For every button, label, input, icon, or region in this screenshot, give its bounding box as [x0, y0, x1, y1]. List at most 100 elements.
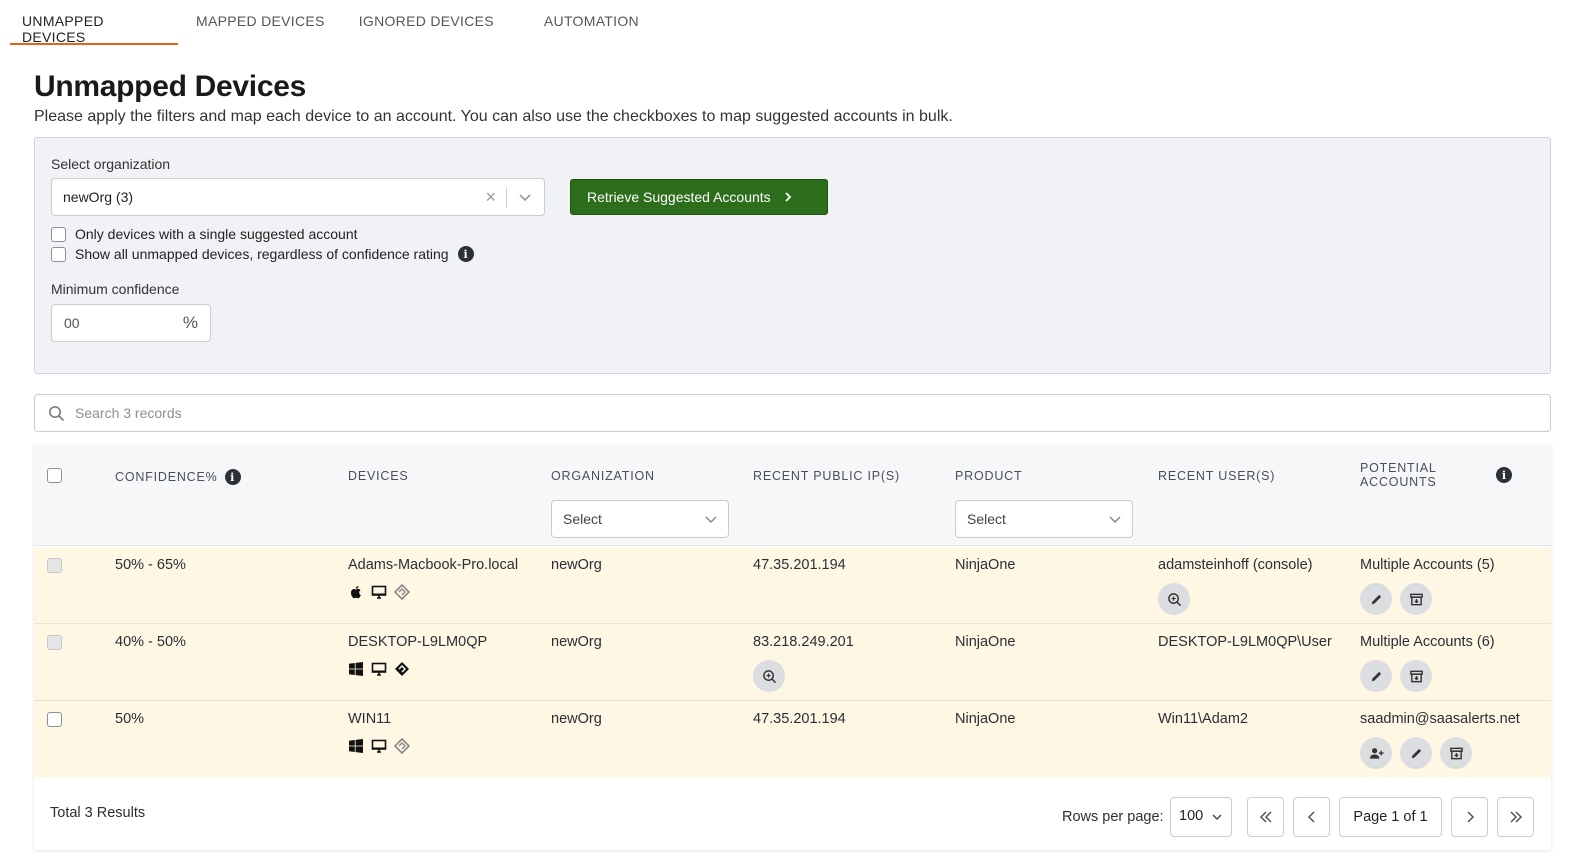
chevron-down-icon — [705, 516, 717, 524]
chevron-down-icon — [1212, 814, 1222, 820]
zoom-icon[interactable] — [1158, 583, 1190, 615]
single-suggested-checkbox[interactable] — [51, 226, 66, 242]
rows-per-page-value: 100 — [1179, 808, 1204, 824]
page-subtitle: Please apply the filters and map each de… — [34, 108, 953, 125]
row-checkbox[interactable] — [47, 635, 62, 650]
row-checkbox[interactable] — [47, 558, 62, 573]
ninjaone-icon — [395, 662, 409, 676]
archive-icon[interactable] — [1400, 583, 1432, 615]
organization-cell: newOrg — [551, 634, 602, 650]
edit-icon[interactable] — [1400, 737, 1432, 769]
edit-icon[interactable] — [1360, 660, 1392, 692]
tab-unmapped-devices[interactable]: UNMAPPED DEVICES — [10, 0, 178, 45]
confidence-cell: 50% - 65% — [115, 557, 186, 573]
devices-table: CONFIDENCE% i DEVICES ORGANIZATION Selec… — [34, 444, 1551, 850]
chevron-right-icon — [785, 192, 791, 202]
organization-filter-select[interactable]: Select — [551, 500, 729, 538]
org-select-value: newOrg (3) — [63, 189, 134, 205]
device-cell: WIN11 — [348, 711, 392, 727]
product-cell: NinjaOne — [955, 634, 1016, 650]
device-cell: DESKTOP-L9LM0QP — [348, 634, 488, 650]
info-icon[interactable]: i — [457, 246, 474, 262]
apple-icon — [350, 586, 361, 599]
table-row[interactable]: 50% - 65% Adams-Macbook-Pro.local newOrg… — [34, 547, 1551, 624]
header-recent-users[interactable]: RECENT USER(S) — [1158, 469, 1275, 483]
device-icons — [348, 584, 410, 600]
device-icons — [348, 661, 410, 677]
org-select-label: Select organization — [51, 156, 171, 172]
header-devices[interactable]: DEVICES — [348, 469, 408, 483]
header-confidence-label: CONFIDENCE% — [115, 470, 218, 484]
chevron-down-icon — [1109, 516, 1121, 524]
select-separator — [506, 187, 507, 208]
info-icon[interactable]: i — [1496, 467, 1512, 483]
search-input[interactable]: Search 3 records — [34, 394, 1551, 432]
previous-page-button[interactable] — [1293, 797, 1330, 837]
windows-icon — [349, 662, 363, 676]
table-header: CONFIDENCE% i DEVICES ORGANIZATION Selec… — [34, 444, 1551, 546]
ip-cell: 47.35.201.194 — [753, 557, 846, 573]
user-cell: Win11\Adam2 — [1158, 711, 1248, 727]
header-recent-ip[interactable]: RECENT PUBLIC IP(S) — [753, 469, 900, 483]
last-page-button[interactable] — [1497, 797, 1534, 837]
desktop-icon — [371, 739, 387, 753]
user-cell: DESKTOP-L9LM0QP\User — [1158, 634, 1332, 650]
min-confidence-label: Minimum confidence — [51, 281, 180, 297]
table-row[interactable]: 50% WIN11 newOrg 47.35.201.194 NinjaOne … — [34, 701, 1551, 778]
org-select[interactable]: newOrg (3) × — [51, 178, 545, 216]
header-potential-accounts[interactable]: POTENTIAL ACCOUNTS — [1360, 461, 1437, 489]
next-page-button[interactable] — [1451, 797, 1488, 837]
organization-filter-value: Select — [563, 511, 602, 527]
product-filter-select[interactable]: Select — [955, 500, 1133, 538]
chevron-right-icon — [1466, 811, 1474, 823]
product-cell: NinjaOne — [955, 557, 1016, 573]
search-icon — [48, 405, 65, 422]
product-filter-value: Select — [967, 511, 1006, 527]
zoom-icon[interactable] — [753, 660, 785, 692]
header-accounts-line1: POTENTIAL — [1360, 461, 1437, 475]
single-suggested-label: Only devices with a single suggested acc… — [75, 226, 358, 242]
rows-per-page-select[interactable]: 100 — [1170, 797, 1232, 837]
single-suggested-option: Only devices with a single suggested acc… — [51, 225, 358, 243]
account-cell: saadmin@saasalerts.net — [1360, 711, 1520, 727]
organization-cell: newOrg — [551, 711, 602, 727]
header-product[interactable]: PRODUCT — [955, 469, 1022, 483]
tab-mapped-devices[interactable]: MAPPED DEVICES — [184, 0, 337, 45]
account-cell: Multiple Accounts (6) — [1360, 634, 1495, 650]
double-chevron-left-icon — [1259, 811, 1272, 823]
min-confidence-input[interactable]: 00 % — [51, 304, 211, 342]
device-cell: Adams-Macbook-Pro.local — [348, 557, 519, 573]
min-confidence-value: 00 — [64, 315, 80, 331]
header-organization[interactable]: ORGANIZATION — [551, 469, 655, 483]
row-checkbox[interactable] — [47, 712, 62, 727]
total-results: Total 3 Results — [50, 805, 146, 821]
table-row[interactable]: 40% - 50% DESKTOP-L9LM0QP newOrg 83.218.… — [34, 624, 1551, 701]
search-placeholder: Search 3 records — [75, 405, 182, 421]
select-all-checkbox[interactable] — [47, 468, 62, 483]
info-icon[interactable]: i — [224, 469, 241, 485]
retrieve-suggested-accounts-button[interactable]: Retrieve Suggested Accounts — [570, 179, 828, 215]
edit-icon[interactable] — [1360, 583, 1392, 615]
tab-bar: UNMAPPED DEVICES MAPPED DEVICES IGNORED … — [10, 0, 651, 45]
desktop-icon — [371, 585, 387, 599]
filter-panel: Select organization newOrg (3) × Retriev… — [34, 137, 1551, 374]
confidence-cell: 50% — [115, 711, 145, 727]
show-all-checkbox[interactable] — [51, 246, 66, 262]
ninjaone-icon — [394, 738, 410, 754]
product-cell: NinjaOne — [955, 711, 1016, 727]
table-footer: Total 3 Results Rows per page: 100 Page … — [34, 777, 1551, 850]
tab-automation[interactable]: AUTOMATION — [532, 0, 651, 45]
ip-cell: 83.218.249.201 — [753, 634, 854, 650]
header-confidence[interactable]: CONFIDENCE% i — [115, 469, 241, 485]
confidence-cell: 40% - 50% — [115, 634, 186, 650]
tab-ignored-devices[interactable]: IGNORED DEVICES — [347, 0, 506, 45]
archive-icon[interactable] — [1440, 737, 1472, 769]
chevron-left-icon — [1307, 811, 1315, 823]
add-user-icon[interactable] — [1360, 737, 1392, 769]
ip-cell: 47.35.201.194 — [753, 711, 846, 727]
first-page-button[interactable] — [1247, 797, 1284, 837]
archive-icon[interactable] — [1400, 660, 1432, 692]
chevron-down-icon[interactable] — [516, 188, 534, 206]
organization-cell: newOrg — [551, 557, 602, 573]
clear-icon[interactable]: × — [485, 187, 496, 208]
